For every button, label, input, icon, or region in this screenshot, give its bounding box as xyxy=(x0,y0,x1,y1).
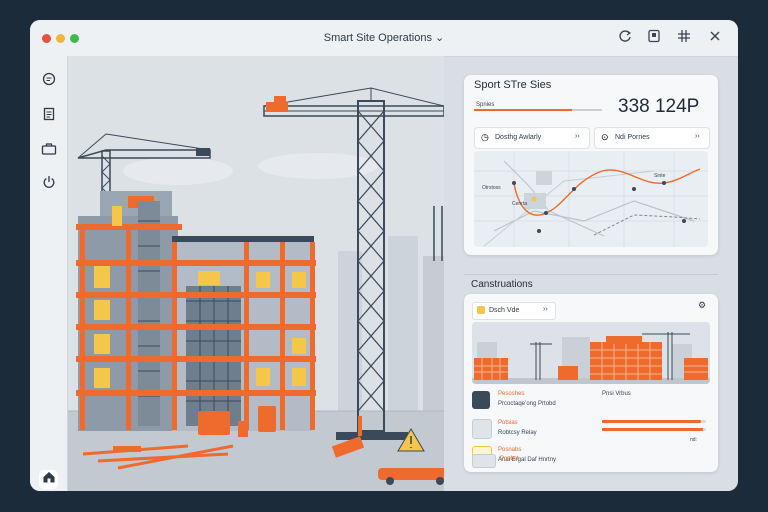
construction-tab-icon xyxy=(477,306,485,314)
card-left[interactable]: ◷ Dosthg Awlarly ›› xyxy=(474,127,590,149)
card-right-chevron: ›› xyxy=(695,133,700,140)
row-4-icon xyxy=(472,454,496,468)
site-scene xyxy=(68,56,450,491)
document-icon[interactable] xyxy=(39,107,58,126)
right-label: Pnsi Vrbus xyxy=(602,391,631,397)
construction-tab-chevron: ›› xyxy=(543,306,548,313)
overview-title: Sport STre Sies xyxy=(474,79,552,91)
settings-icon[interactable]: ⚙ xyxy=(698,300,706,311)
card-left-chevron: ›› xyxy=(575,133,580,140)
overview-big-value: 338 124P xyxy=(618,96,700,117)
map-label-3: Sinte xyxy=(654,173,666,179)
row-1-title: Pesoshes xyxy=(498,391,525,397)
sidebar xyxy=(30,56,68,491)
route-map-graphic xyxy=(474,151,708,247)
overview-bar xyxy=(474,109,602,111)
app-window: Smart Site Operations ⌄ Sport STre Sies … xyxy=(30,20,738,491)
grid-icon[interactable] xyxy=(675,29,693,47)
card-left-label: Dosthg Awlarly xyxy=(495,134,542,141)
progress-bars xyxy=(602,420,706,431)
location-icon: ⊙ xyxy=(601,132,609,142)
row-2-sub[interactable]: Robtcsy Relay xyxy=(498,430,537,436)
chat-icon[interactable] xyxy=(39,72,58,91)
row-2-title: Potsias xyxy=(498,420,518,426)
close-icon[interactable] xyxy=(706,29,724,47)
row-1-sub[interactable]: Prcoctaqe’ong Prtobd xyxy=(498,401,556,407)
section-divider xyxy=(464,274,718,275)
worker-avatar-icon xyxy=(472,391,490,409)
home-icon[interactable] xyxy=(39,470,58,489)
construction-tab-label: Dsch Vde xyxy=(489,307,520,314)
overview-panel: Sport STre Sies Spnies 338 124P ◷ Dosthg… xyxy=(464,75,718,255)
site-thumbnail-graphic xyxy=(472,322,710,384)
title-bar: Smart Site Operations ⌄ xyxy=(30,20,738,57)
briefcase-icon[interactable] xyxy=(39,142,58,161)
map-label-2: Cenrta xyxy=(512,201,528,207)
tools-icon xyxy=(472,419,492,439)
refresh-icon[interactable] xyxy=(616,29,634,47)
construction-tab[interactable]: Dsch Vde ›› xyxy=(472,302,556,320)
construction-title: Canstruations xyxy=(471,279,533,290)
route-map[interactable]: Otrstoss Cenrta Sinte xyxy=(474,151,708,247)
construction-illustration xyxy=(68,56,450,491)
clock-icon: ◷ xyxy=(481,132,489,142)
row-3-title: Posnabs xyxy=(498,447,522,453)
card-right[interactable]: ⊙ Ndi Pornes ›› xyxy=(594,127,710,149)
card-right-label: Ndi Pornes xyxy=(615,134,650,141)
map-label-1: Otrstoss xyxy=(482,185,501,191)
construction-panel: Dsch Vde ›› ⚙ Pesoshes Prcoctaqe’ong Prt… xyxy=(464,294,718,472)
site-thumbnail[interactable] xyxy=(472,322,710,384)
tablet-icon[interactable] xyxy=(645,29,663,47)
progress-caption: nd: xyxy=(690,437,697,443)
row-4-title[interactable]: Ponbst xyxy=(500,456,519,462)
power-icon[interactable] xyxy=(39,175,58,194)
